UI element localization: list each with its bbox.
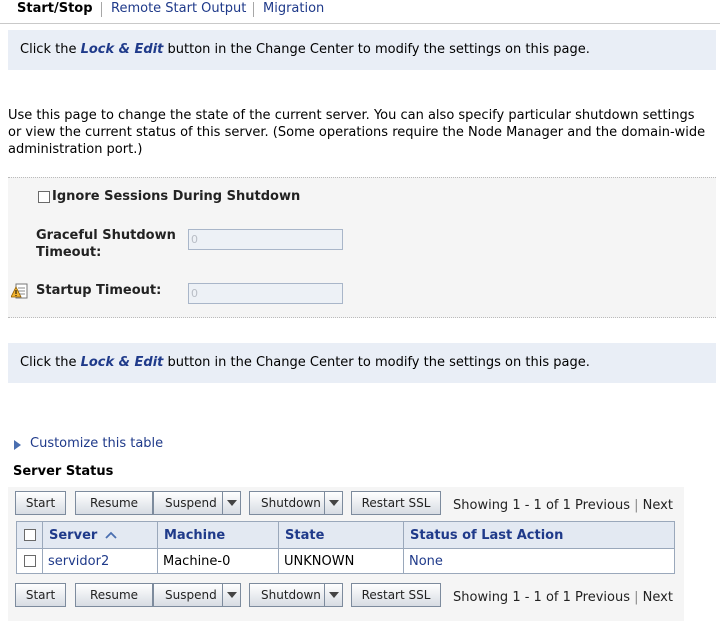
startup-timeout-row: Startup Timeout: 0 — [8, 269, 716, 318]
notice-suffix: button in the Change Center to modify th… — [163, 355, 590, 370]
suspend-button[interactable]: Suspend — [153, 491, 241, 515]
pager-next[interactable]: Next — [643, 590, 673, 605]
server-status-table: Server Machine State Status of Last Acti… — [16, 521, 675, 574]
suspend-label: Suspend — [165, 496, 217, 510]
lock-edit-emphasis: Lock & Edit — [80, 42, 164, 57]
expand-triangle-icon[interactable] — [14, 440, 21, 450]
resume-button[interactable]: Resume — [75, 491, 153, 515]
shutdown-button[interactable]: Shutdown — [249, 491, 343, 515]
column-header-machine[interactable]: Machine — [157, 521, 279, 549]
start-button-bottom[interactable]: Start — [15, 583, 66, 607]
server-status-title: Server Status — [13, 464, 114, 479]
tab-remote-start-output[interactable]: Remote Start Output — [111, 1, 246, 19]
tab-bar: Start/Stop Remote Start Output Migration — [0, 0, 720, 24]
startup-timeout-label: Startup Timeout: — [36, 283, 162, 298]
pager: Showing 1 - 1 of 1 Previous | Next — [453, 498, 673, 513]
table-header-row: Server Machine State Status of Last Acti… — [16, 521, 675, 549]
last-action-link[interactable]: None — [409, 554, 443, 569]
sort-ascending-icon[interactable] — [104, 530, 118, 540]
tab-start-stop[interactable]: Start/Stop — [17, 1, 93, 19]
pager-showing: Showing 1 - 1 of 1 — [453, 498, 571, 513]
ignore-sessions-label: Ignore Sessions During Shutdown — [52, 189, 301, 204]
shutdown-button-bottom[interactable]: Shutdown — [249, 583, 343, 607]
column-header-server[interactable]: Server — [42, 521, 158, 549]
lock-edit-emphasis: Lock & Edit — [80, 355, 164, 370]
tab-divider — [253, 2, 254, 17]
tab-divider — [101, 2, 102, 17]
row-select-cell — [16, 548, 43, 574]
chevron-down-icon — [329, 500, 339, 506]
customize-table-link[interactable]: Customize this table — [30, 436, 163, 451]
resume-button-bottom[interactable]: Resume — [75, 583, 153, 607]
lock-edit-notice: Click the Lock & Edit button in the Chan… — [8, 30, 716, 70]
warning-note-icon — [11, 283, 28, 299]
startup-timeout-input[interactable]: 0 — [188, 283, 343, 304]
column-header-label: Server — [49, 527, 98, 543]
cell-last-action: None — [403, 548, 675, 574]
chevron-down-icon — [329, 592, 339, 598]
pager-previous[interactable]: Previous — [575, 590, 630, 605]
shutdown-dropdown-toggle[interactable] — [324, 584, 342, 606]
pager-separator: | — [629, 590, 643, 605]
pager-next[interactable]: Next — [643, 498, 673, 513]
graceful-timeout-row: Graceful Shutdown Timeout: 0 — [8, 217, 716, 269]
server-link[interactable]: servidor2 — [48, 554, 109, 569]
column-header-state[interactable]: State — [278, 521, 404, 549]
notice-prefix: Click the — [20, 42, 81, 57]
restart-ssl-button-bottom[interactable]: Restart SSL — [351, 583, 441, 607]
chevron-down-icon — [227, 592, 237, 598]
graceful-timeout-input[interactable]: 0 — [188, 229, 343, 250]
pager-showing: Showing 1 - 1 of 1 — [453, 590, 571, 605]
pager-separator: | — [629, 498, 643, 513]
pager-bottom: Showing 1 - 1 of 1 Previous | Next — [453, 590, 673, 605]
shutdown-dropdown-toggle[interactable] — [324, 492, 342, 514]
cell-server: servidor2 — [42, 548, 158, 574]
cell-state: UNKNOWN — [278, 548, 404, 574]
table-row: servidor2 Machine-0 UNKNOWN None — [16, 548, 675, 574]
suspend-dropdown-toggle[interactable] — [222, 492, 240, 514]
shutdown-label: Shutdown — [261, 496, 321, 510]
row-select-checkbox[interactable] — [24, 555, 36, 567]
notice-prefix: Click the — [20, 355, 81, 370]
cell-machine: Machine-0 — [157, 548, 279, 574]
notice-suffix: button in the Change Center to modify th… — [163, 42, 590, 57]
suspend-button-bottom[interactable]: Suspend — [153, 583, 241, 607]
lock-edit-notice-bottom: Click the Lock & Edit button in the Chan… — [8, 343, 716, 383]
select-all-cell — [16, 521, 43, 549]
suspend-label: Suspend — [165, 588, 217, 602]
page-description: Use this page to change the state of the… — [8, 108, 706, 157]
restart-ssl-button[interactable]: Restart SSL — [351, 491, 441, 515]
column-header-last-action[interactable]: Status of Last Action — [403, 521, 675, 549]
suspend-dropdown-toggle[interactable] — [222, 584, 240, 606]
start-button[interactable]: Start — [15, 491, 66, 515]
ignore-sessions-row: Ignore Sessions During Shutdown — [8, 177, 716, 217]
select-all-checkbox[interactable] — [24, 529, 36, 541]
pager-previous[interactable]: Previous — [575, 498, 630, 513]
ignore-sessions-checkbox[interactable] — [38, 191, 50, 203]
chevron-down-icon — [227, 500, 237, 506]
tab-migration[interactable]: Migration — [263, 1, 324, 19]
shutdown-label: Shutdown — [261, 588, 321, 602]
graceful-timeout-label: Graceful Shutdown Timeout: — [36, 228, 176, 260]
